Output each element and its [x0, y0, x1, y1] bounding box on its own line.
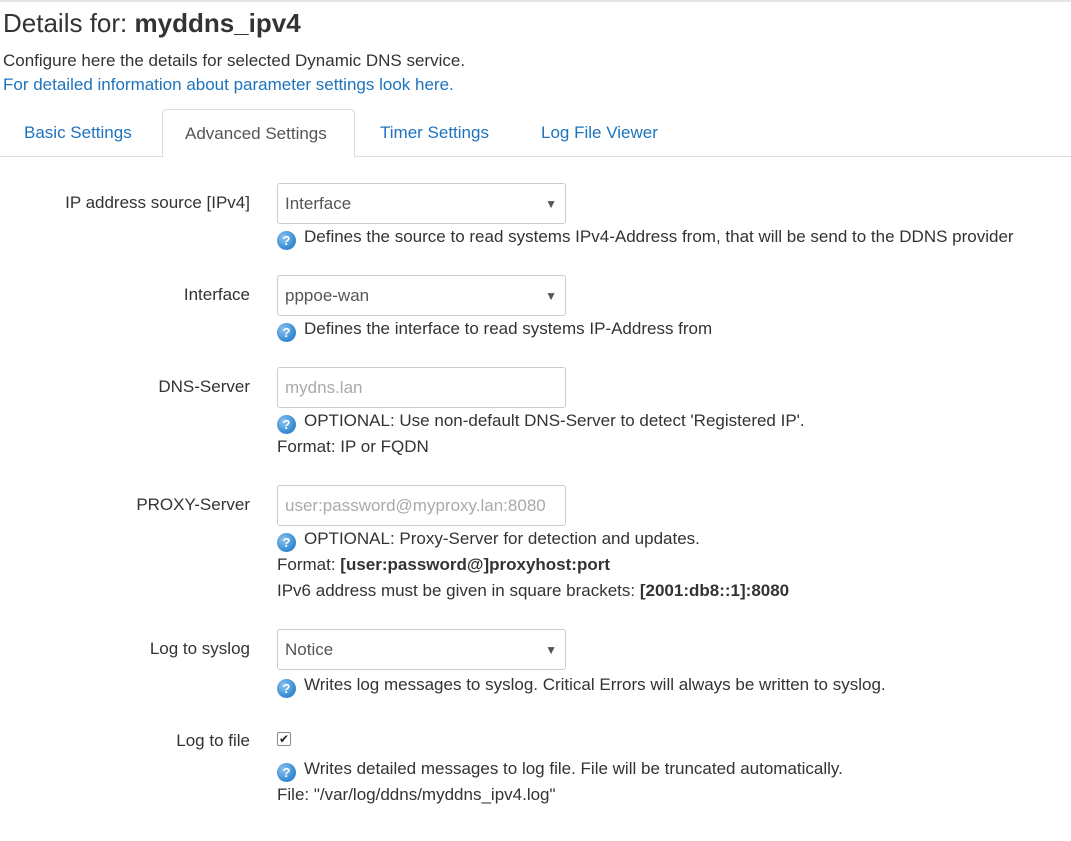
help-icon: ? — [277, 415, 296, 434]
page-description: Configure here the details for selected … — [3, 51, 466, 70]
proxy-server-help: ? OPTIONAL: Proxy-Server for detection an… — [277, 529, 700, 552]
tab-bar: Basic Settings Advanced Settings Timer S… — [0, 109, 1071, 158]
dns-server-label: DNS-Server — [158, 377, 250, 396]
title-prefix: Details for: — [3, 8, 128, 38]
tab-advanced-settings[interactable]: Advanced Settings — [162, 109, 355, 158]
tab-log-file-viewer[interactable]: Log File Viewer — [541, 109, 658, 157]
log-file-checkbox[interactable]: ✔ — [277, 732, 291, 746]
interface-label: Interface — [183, 285, 250, 304]
ip-source-help: ? Defines the source to read systems IPv4… — [277, 227, 1014, 250]
interface-help-text: Defines the interface to read systems IP… — [304, 319, 713, 338]
proxy-ipv6-prefix: IPv6 address must be given in square bra… — [277, 581, 640, 600]
interface-select[interactable]: pppoe-wan ▼ — [277, 275, 566, 316]
interface-value: pppoe-wan — [285, 286, 370, 305]
log-file-help: ? Writes detailed messages to log file. F… — [277, 759, 843, 782]
tab-timer-settings[interactable]: Timer Settings — [380, 109, 489, 157]
proxy-server-format: Format: [user:password@]proxyhost:port — [277, 555, 610, 575]
chevron-down-icon: ▼ — [545, 289, 557, 303]
dns-server-help: ? OPTIONAL: Use non-default DNS-Server to… — [277, 411, 805, 434]
proxy-server-input[interactable] — [277, 485, 566, 526]
help-icon: ? — [277, 231, 296, 250]
interface-help: ? Defines the interface to read systems I… — [277, 319, 712, 342]
page-title: Details for: myddns_ipv4 — [3, 8, 301, 39]
proxy-ipv6-value: [2001:db8::1]:8080 — [639, 581, 790, 600]
proxy-server-help-text: OPTIONAL: Proxy-Server for detection and… — [304, 529, 700, 548]
proxy-server-label: PROXY-Server — [136, 495, 250, 514]
chevron-down-icon: ▼ — [545, 643, 557, 657]
dns-server-format: Format: IP or FQDN — [277, 437, 429, 456]
help-icon: ? — [277, 679, 296, 698]
log-syslog-value: Notice — [285, 640, 334, 659]
ip-source-help-text: Defines the source to read systems IPv4-… — [304, 227, 1014, 246]
log-syslog-select[interactable]: Notice ▼ — [277, 629, 566, 670]
log-syslog-label: Log to syslog — [149, 639, 250, 658]
top-border — [0, 0, 1071, 2]
log-syslog-help: ? Writes log messages to syslog. Critical… — [277, 675, 886, 698]
log-file-label: Log to file — [176, 731, 250, 750]
proxy-format-prefix: Format: — [277, 555, 341, 574]
dns-server-help-text: OPTIONAL: Use non-default DNS-Server to … — [304, 411, 805, 430]
proxy-server-ipv6-note: IPv6 address must be given in square bra… — [277, 581, 789, 601]
ip-source-label: IP address source [IPv4] — [65, 193, 250, 212]
ip-source-select[interactable]: Interface ▼ — [277, 183, 566, 224]
dns-server-input[interactable] — [277, 367, 566, 408]
parameter-info-link[interactable]: For detailed information about parameter… — [3, 75, 454, 95]
help-icon: ? — [277, 533, 296, 552]
log-file-help-text: Writes detailed messages to log file. Fi… — [304, 759, 843, 778]
proxy-format-value: [user:password@]proxyhost:port — [340, 555, 611, 574]
log-syslog-help-text: Writes log messages to syslog. Critical … — [304, 675, 886, 694]
log-file-path: File: "/var/log/ddns/myddns_ipv4.log" — [277, 785, 556, 804]
ip-source-value: Interface — [285, 194, 352, 213]
title-service-name: myddns_ipv4 — [134, 8, 301, 38]
help-icon: ? — [277, 763, 296, 782]
help-icon: ? — [277, 323, 296, 342]
tab-basic-settings[interactable]: Basic Settings — [24, 109, 132, 157]
chevron-down-icon: ▼ — [545, 197, 557, 211]
